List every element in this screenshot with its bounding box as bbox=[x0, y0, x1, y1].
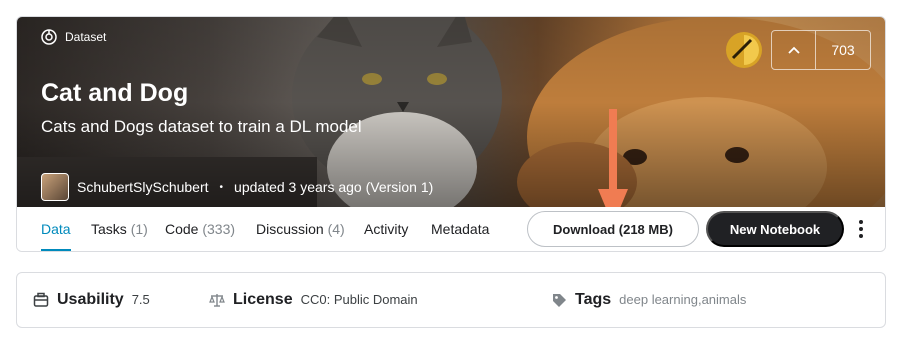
tab-label: Code bbox=[165, 221, 199, 237]
tab-activity[interactable]: Activity bbox=[364, 207, 408, 251]
usability-item: Usability 7.5 bbox=[33, 291, 150, 309]
tab-count: (4) bbox=[327, 221, 345, 237]
tab-label: Discussion bbox=[256, 221, 324, 237]
page-subtitle: Cats and Dogs dataset to train a DL mode… bbox=[41, 117, 362, 136]
author-link[interactable]: SchubertSlySchubert bbox=[77, 179, 209, 195]
author-meta: SchubertSlySchubert • updated 3 years ag… bbox=[41, 173, 433, 201]
avatar[interactable] bbox=[41, 173, 69, 201]
page-title: Cat and Dog bbox=[41, 79, 189, 107]
chevron-up-icon bbox=[787, 46, 800, 54]
tab-tasks[interactable]: Tasks (1) bbox=[91, 207, 148, 251]
usability-value: 7.5 bbox=[131, 292, 150, 307]
tab-count: (333) bbox=[202, 221, 236, 237]
more-options-icon[interactable] bbox=[853, 217, 869, 241]
tab-metadata[interactable]: Metadata bbox=[431, 207, 489, 251]
dataset-icon bbox=[41, 29, 57, 45]
download-button[interactable]: Download (218 MB) bbox=[527, 211, 699, 247]
tag-link[interactable]: animals bbox=[702, 292, 747, 307]
dataset-type-text: Dataset bbox=[65, 30, 107, 44]
tag-link[interactable]: deep learning bbox=[619, 292, 698, 307]
tab-label: Data bbox=[41, 221, 71, 237]
tag-icon bbox=[551, 292, 567, 308]
tab-bar: Data Tasks (1) Code (333) Discussion (4)… bbox=[17, 207, 885, 251]
vote-count: 703 bbox=[831, 42, 855, 58]
tab-count: (1) bbox=[130, 221, 148, 237]
upvote-button[interactable] bbox=[772, 31, 816, 69]
separator-dot: • bbox=[219, 181, 224, 193]
dataset-info-card: Usability 7.5 License CC0: Public Domain… bbox=[16, 272, 886, 328]
tab-label: Tasks bbox=[91, 221, 127, 237]
license-item: License CC0: Public Domain bbox=[209, 291, 418, 309]
dataset-header-card: Dataset Cat and Dog Cats and Dogs datase… bbox=[16, 16, 886, 252]
cover-image: Dataset Cat and Dog Cats and Dogs datase… bbox=[17, 17, 885, 207]
tab-label: Activity bbox=[364, 221, 409, 237]
medal-icon bbox=[726, 32, 762, 68]
dataset-type-label: Dataset bbox=[41, 29, 106, 45]
tab-discussion[interactable]: Discussion (4) bbox=[256, 207, 345, 251]
license-label: License bbox=[233, 291, 293, 308]
tags-label: Tags bbox=[575, 291, 612, 308]
tab-data[interactable]: Data bbox=[41, 207, 71, 251]
scale-icon bbox=[209, 292, 225, 308]
tab-label: Metadata bbox=[431, 221, 490, 237]
tags-item: Tags deep learning, animals bbox=[551, 291, 746, 309]
upvote-widget: 703 bbox=[771, 30, 871, 70]
tab-code[interactable]: Code (333) bbox=[165, 207, 235, 251]
usability-icon bbox=[33, 292, 49, 308]
updated-text: updated 3 years ago (Version 1) bbox=[234, 179, 434, 195]
usability-label: Usability bbox=[57, 291, 124, 308]
new-notebook-button[interactable]: New Notebook bbox=[706, 211, 844, 247]
license-value[interactable]: CC0: Public Domain bbox=[301, 292, 418, 307]
